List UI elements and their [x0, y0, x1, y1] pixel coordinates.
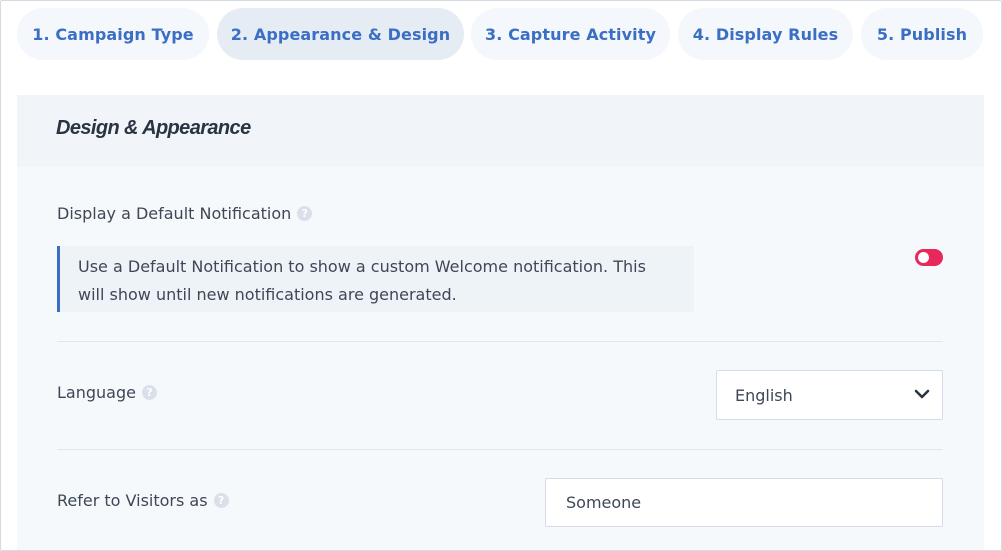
divider — [57, 341, 943, 342]
chevron-down-icon — [914, 389, 930, 399]
language-selected-value: English — [735, 385, 793, 405]
toggle-knob — [918, 252, 929, 263]
visitors-row: Refer to Visitors as ? — [57, 491, 229, 510]
tab-campaign-type[interactable]: 1. Campaign Type — [17, 8, 209, 60]
language-label: Language — [57, 383, 136, 402]
visitors-label: Refer to Visitors as — [57, 491, 208, 510]
panel-title: Design & Appearance — [56, 117, 251, 139]
visitors-name-input[interactable]: Someone — [545, 478, 943, 527]
description-line-1: Use a Default Notification to show a cus… — [78, 257, 646, 276]
tab-publish[interactable]: 5. Publish — [861, 8, 983, 60]
language-row: Language ? — [57, 383, 157, 402]
visitors-input-value: Someone — [566, 493, 642, 512]
question-circle-icon[interactable]: ? — [297, 206, 313, 221]
default-notification-row: Display a Default Notification ? — [57, 204, 313, 223]
design-panel: Design & Appearance Display a Default No… — [17, 95, 984, 550]
divider — [57, 449, 943, 450]
language-select[interactable]: English — [716, 370, 943, 420]
description-line-2: will show until new notifications are ge… — [78, 285, 457, 304]
tab-display-rules[interactable]: 4. Display Rules — [678, 8, 853, 60]
panel-header: Design & Appearance — [17, 95, 984, 167]
default-notification-description: Use a Default Notification to show a cus… — [57, 246, 694, 312]
question-circle-icon[interactable]: ? — [213, 493, 229, 508]
tab-appearance-design[interactable]: 2. Appearance & Design — [217, 8, 464, 60]
campaign-editor: 1. Campaign Type 2. Appearance & Design … — [0, 0, 1002, 551]
tab-capture-activity[interactable]: 3. Capture Activity — [471, 8, 670, 60]
default-notification-label: Display a Default Notification — [57, 204, 292, 223]
question-circle-icon[interactable]: ? — [141, 385, 157, 400]
default-notification-toggle[interactable] — [915, 249, 943, 266]
